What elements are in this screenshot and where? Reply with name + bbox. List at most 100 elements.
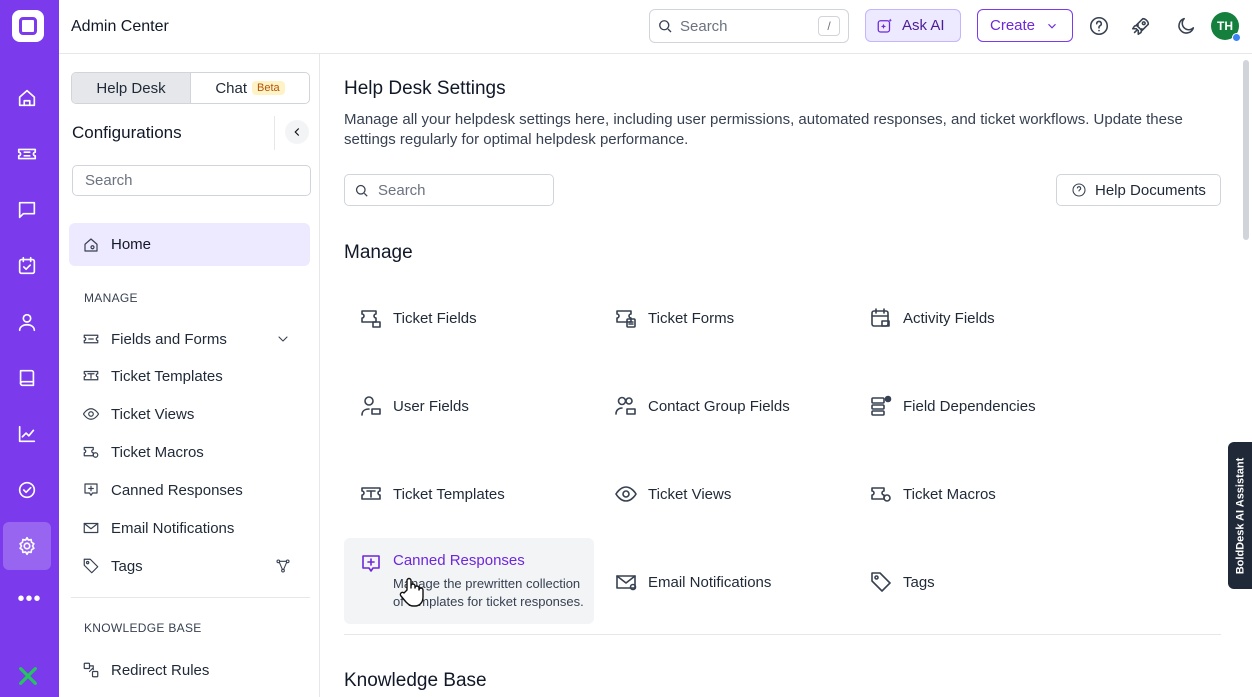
global-search-input[interactable]: Search / (649, 9, 849, 43)
card-label: Ticket Views (648, 485, 732, 503)
chevron-left-icon (294, 128, 300, 136)
configurations-sidebar: Help Desk Chat Beta Configurations Search… (59, 54, 320, 697)
card-email-notifications[interactable]: Email Notifications (599, 552, 849, 612)
card-activity-fields[interactable]: Activity Fields (854, 288, 1104, 348)
card-label: Email Notifications (648, 573, 772, 591)
ticket-template-icon (83, 370, 99, 381)
sidebar-item-ticket-templates[interactable]: Ticket Templates (82, 364, 302, 388)
tab-chat[interactable]: Chat Beta (191, 73, 309, 103)
book-icon[interactable] (3, 354, 51, 402)
tab-help-desk-label: Help Desk (96, 79, 166, 97)
email-notification-icon (616, 575, 637, 591)
card-ticket-forms[interactable]: Ticket Forms (599, 288, 849, 348)
sidebar-item-label: Ticket Macros (111, 443, 204, 461)
tab-help-desk[interactable]: Help Desk (72, 73, 191, 103)
card-label: Ticket Macros (903, 485, 996, 503)
home-gear-icon (84, 237, 98, 252)
help-documents-button[interactable]: Help Documents (1056, 174, 1221, 206)
gear-icon[interactable] (3, 522, 51, 570)
sidebar-item-canned-responses[interactable]: Canned Responses (82, 478, 302, 502)
manage-heading: Manage (344, 242, 413, 263)
top-bar: Admin Center Search / Ask AI Create TH (59, 0, 1252, 54)
ai-assistant-label: BoldDesk AI Assistant (1234, 457, 1246, 574)
card-tags[interactable]: Tags (854, 552, 1104, 612)
card-canned-responses[interactable]: Canned Responses Manage the prewritten c… (344, 538, 594, 624)
sidebar-item-home[interactable]: Home (69, 223, 310, 266)
rocket-icon[interactable] (1130, 15, 1152, 37)
page-title: Help Desk Settings (344, 78, 506, 99)
sidebar-item-ticket-views[interactable]: Ticket Views (82, 402, 302, 426)
page-scrollbar[interactable] (1243, 60, 1249, 240)
sidebar-title: Configurations (72, 123, 182, 142)
calendar-check-icon[interactable] (3, 242, 51, 290)
settings-search-input[interactable]: Search (344, 174, 554, 206)
ai-sparkle-icon (877, 18, 892, 33)
more-icon[interactable]: ••• (0, 588, 59, 611)
global-search-placeholder: Search (680, 17, 728, 35)
sidebar-item-email-notifications[interactable]: Email Notifications (82, 516, 302, 540)
user-icon[interactable] (3, 298, 51, 346)
sidebar-item-label: Redirect Rules (111, 661, 210, 679)
ticket-macro-icon (871, 487, 891, 502)
hand-cursor-icon (399, 577, 424, 607)
ticket-icon[interactable] (3, 130, 51, 178)
manage-section-label: MANAGE (84, 291, 138, 305)
help-documents-label: Help Documents (1095, 181, 1206, 199)
sidebar-item-fields-and-forms[interactable]: Fields and Forms (82, 327, 302, 351)
online-status-dot (1232, 33, 1241, 42)
section-divider (71, 597, 310, 598)
redirect-icon (83, 662, 99, 678)
sidebar-item-label: Tags (111, 557, 143, 575)
card-ticket-views[interactable]: Ticket Views (599, 464, 849, 524)
card-label: User Fields (393, 397, 469, 415)
search-shortcut-key: / (818, 16, 840, 36)
chat-icon[interactable] (3, 186, 51, 234)
sidebar-search-placeholder: Search (85, 172, 133, 189)
sidebar-item-redirect-rules[interactable]: Redirect Rules (82, 658, 302, 682)
home-icon[interactable] (3, 74, 51, 122)
chart-icon[interactable] (3, 410, 51, 458)
knowledge-base-section-label: KNOWLEDGE BASE (84, 621, 202, 635)
card-label: Canned Responses (393, 552, 525, 569)
card-ticket-macros[interactable]: Ticket Macros (854, 464, 1104, 524)
card-label: Contact Group Fields (648, 397, 790, 415)
eye-icon (615, 486, 637, 502)
beta-badge: Beta (252, 81, 285, 95)
card-field-dependencies[interactable]: Field Dependencies (854, 376, 1104, 436)
moon-icon[interactable] (1175, 15, 1197, 37)
ticket-template-icon (361, 487, 381, 500)
activity-fields-icon (871, 308, 890, 327)
partner-logo-icon (19, 667, 37, 685)
title-divider (274, 116, 275, 150)
sidebar-item-ticket-macros[interactable]: Ticket Macros (82, 440, 302, 464)
sidebar-item-tags[interactable]: Tags (82, 554, 302, 578)
card-user-fields[interactable]: User Fields (344, 376, 594, 436)
sidebar-item-label: Fields and Forms (111, 330, 227, 348)
card-ticket-fields[interactable]: Ticket Fields (344, 288, 594, 348)
card-contact-group-fields[interactable]: Contact Group Fields (599, 376, 849, 436)
ai-assistant-tab[interactable]: BoldDesk AI Assistant (1228, 442, 1252, 589)
card-label: Field Dependencies (903, 397, 1036, 415)
page-app-title: Admin Center (71, 18, 169, 35)
tag-network-icon[interactable] (275, 558, 291, 574)
field-dependencies-icon (871, 395, 892, 416)
help-icon[interactable] (1088, 15, 1110, 37)
create-label: Create (990, 17, 1036, 34)
ask-ai-button[interactable]: Ask AI (865, 9, 961, 42)
user-fields-icon (361, 396, 381, 416)
sidebar-search-input[interactable]: Search (72, 165, 311, 196)
card-label: Ticket Forms (648, 309, 735, 327)
collapse-sidebar-button[interactable] (285, 120, 309, 144)
search-icon (355, 184, 368, 197)
card-ticket-templates[interactable]: Ticket Templates (344, 464, 594, 524)
check-circle-icon[interactable] (3, 466, 51, 514)
user-avatar[interactable]: TH (1211, 12, 1241, 42)
app-logo-icon[interactable] (12, 10, 44, 42)
sidebar-item-label: Canned Responses (111, 481, 243, 499)
email-notification-icon (83, 522, 99, 534)
ask-ai-label: Ask AI (902, 17, 945, 34)
question-circle-icon (1072, 183, 1086, 197)
ticket-fields-icon (361, 310, 381, 328)
create-button[interactable]: Create (977, 9, 1073, 42)
ticket-forms-icon (616, 310, 636, 328)
